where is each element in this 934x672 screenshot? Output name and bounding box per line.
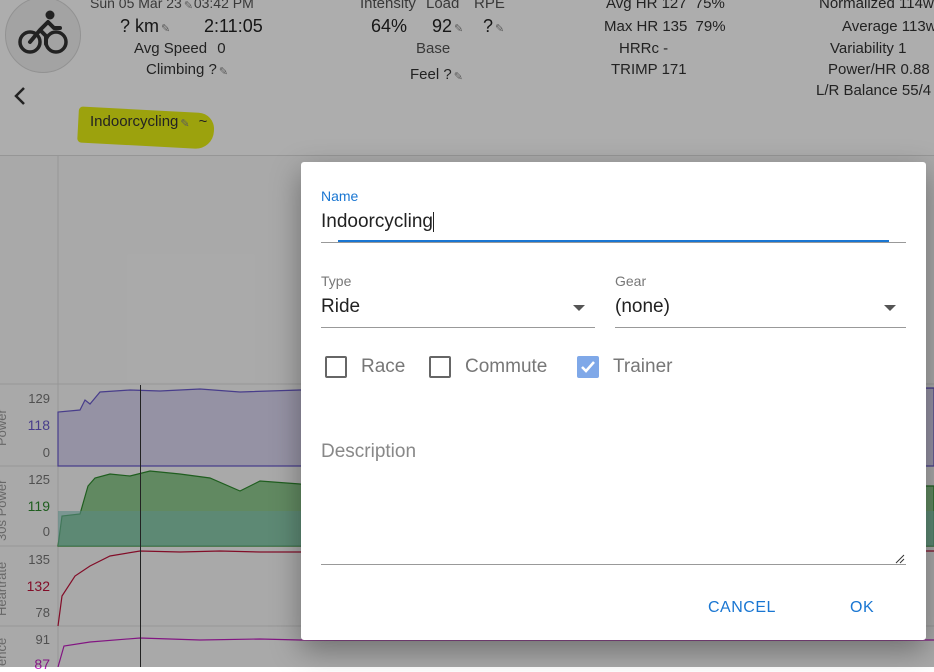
trainer-label[interactable]: Trainer (613, 356, 672, 378)
race-checkbox[interactable] (325, 356, 347, 378)
resize-handle-icon[interactable] (895, 551, 905, 569)
trainer-checkbox[interactable] (577, 356, 599, 378)
caret-down-icon[interactable] (573, 305, 585, 311)
gear-underline (615, 327, 906, 328)
check-icon (581, 361, 595, 373)
description-textarea[interactable]: Description (321, 441, 416, 463)
caret-down-icon[interactable] (884, 305, 896, 311)
type-underline (321, 327, 595, 328)
type-select[interactable]: Ride (321, 296, 360, 318)
edit-activity-dialog: Name Indoorcycling Type Ride Gear (none)… (301, 162, 926, 640)
type-field-label: Type (321, 273, 352, 289)
race-label[interactable]: Race (361, 356, 405, 378)
commute-label[interactable]: Commute (465, 356, 547, 378)
name-underline (321, 242, 906, 243)
cancel-button[interactable]: CANCEL (708, 599, 776, 617)
name-underline-focus (338, 240, 889, 242)
name-input[interactable]: Indoorcycling (321, 211, 434, 233)
description-underline (321, 564, 906, 565)
gear-select[interactable]: (none) (615, 296, 670, 318)
name-input-value[interactable]: Indoorcycling (321, 211, 433, 232)
ok-button[interactable]: OK (850, 599, 874, 617)
name-field-label: Name (321, 188, 359, 204)
text-cursor (432, 211, 434, 232)
gear-field-label: Gear (615, 273, 647, 289)
commute-checkbox[interactable] (429, 356, 451, 378)
